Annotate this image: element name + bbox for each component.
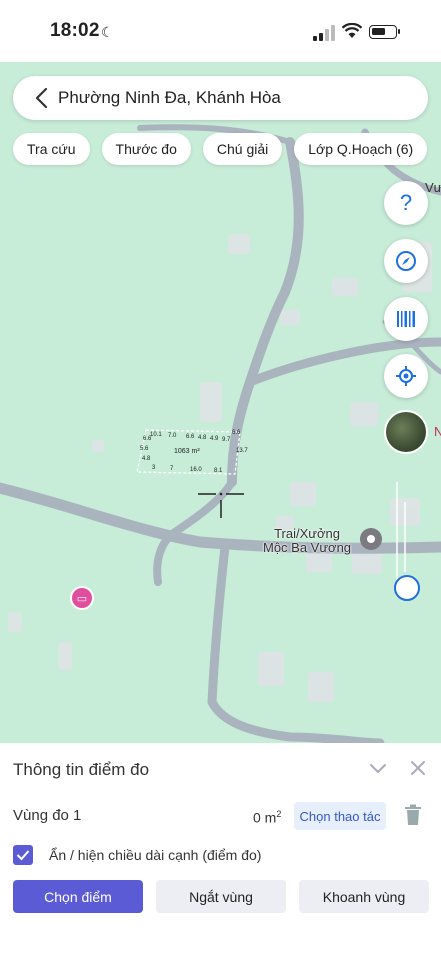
locate-icon <box>396 366 416 386</box>
location-search-bar[interactable]: Phường Ninh Đa, Khánh Hòa <box>13 76 428 120</box>
break-region-button[interactable]: Ngắt vùng <box>156 880 286 913</box>
poi-label[interactable]: Trai/Xưởng Mộc Ba Vương <box>263 527 351 555</box>
region-label: Vùng đo 1 <box>13 807 82 824</box>
edge-length-checkbox[interactable] <box>13 845 33 865</box>
satellite-layer-button[interactable] <box>384 410 428 454</box>
poi-label-line1: Trai/Xưởng <box>274 526 340 541</box>
hotel-pin-icon[interactable]: ▭ <box>70 586 94 610</box>
focus-icon: ☾ <box>101 24 114 40</box>
chip-legend[interactable]: Chú giải <box>202 133 283 165</box>
location-text: Phường Ninh Đa, Khánh Hòa <box>58 88 281 107</box>
parcel-edge-label: 10.1 <box>150 432 162 438</box>
signal-icon <box>313 25 335 41</box>
compass-button[interactable] <box>384 239 428 283</box>
region-area-number: 0 m <box>253 809 277 826</box>
measure-info-panel: Thông tin điểm đo Vùng đo 1 0 m2 Chọn th… <box>0 743 441 960</box>
parcel-area-label: 1063 m² <box>174 448 200 455</box>
check-icon <box>16 850 30 861</box>
back-icon[interactable] <box>29 86 53 110</box>
map-partial-label: Vư <box>425 180 441 195</box>
compass-icon <box>396 251 416 271</box>
chip-measure[interactable]: Thước đo <box>101 133 191 165</box>
status-bar: 18:02 ☾ <box>0 0 441 62</box>
chip-row: Tra cứu Thước đo Chú giải Lớp Q.Hoạch (6… <box>13 133 428 165</box>
parcel-edge-label: 7.0 <box>168 433 177 439</box>
panel-title: Thông tin điểm đo <box>13 760 150 779</box>
status-time: 18:02 <box>50 20 100 41</box>
parcel-edge-label: 6.6 <box>186 434 195 440</box>
chevron-down-icon[interactable] <box>368 758 388 778</box>
poi-pin-icon[interactable] <box>360 528 382 550</box>
parcel-edge-label: 6.6 <box>143 436 152 442</box>
barcode-button[interactable] <box>384 297 428 341</box>
parcel-edge-label: 3 <box>152 465 156 471</box>
parcel-edge-label: 4.9 <box>210 436 219 442</box>
wifi-icon <box>342 23 362 38</box>
battery-icon <box>369 25 400 39</box>
show-edge-length-row[interactable]: Ẩn / hiện chiều dài cạnh (điểm đo) <box>13 845 261 865</box>
help-icon: ? <box>399 190 413 215</box>
chip-lookup[interactable]: Tra cứu <box>13 133 90 165</box>
parcel-edge-label: 9.7 <box>222 437 231 443</box>
parcel-edge-label: 4.8 <box>198 435 207 441</box>
pick-point-button[interactable]: Chọn điểm <box>13 880 143 913</box>
choose-action-button[interactable]: Chọn thao tác <box>294 802 386 830</box>
help-button[interactable]: ? <box>384 181 428 225</box>
map-partial-n: N <box>434 424 441 439</box>
parcel-edge-label: 5.6 <box>140 446 149 452</box>
poi-label-line2: Mộc Ba Vương <box>263 540 352 555</box>
trash-icon[interactable] <box>404 804 422 826</box>
region-area-value: 0 m2 <box>253 809 281 826</box>
barcode-icon <box>397 311 415 327</box>
parcel-edge-label: 6.6 <box>232 430 241 436</box>
enclose-region-button[interactable]: Khoanh vùng <box>299 880 429 913</box>
crosshair-icon <box>198 492 244 518</box>
edge-length-label: Ẩn / hiện chiều dài cạnh (điểm đo) <box>49 847 262 863</box>
current-position-icon[interactable] <box>394 575 420 601</box>
close-icon[interactable] <box>408 758 428 778</box>
parcel-edge-label: 13.7 <box>236 448 248 454</box>
chip-planning-layers[interactable]: Lớp Q.Hoạch (6) <box>294 133 428 165</box>
region-area-unit: 2 <box>276 809 282 819</box>
parcel-edge-label: 7 <box>170 466 174 472</box>
parcel-edge-label: 4.8 <box>142 456 151 462</box>
locate-button[interactable] <box>384 354 428 398</box>
